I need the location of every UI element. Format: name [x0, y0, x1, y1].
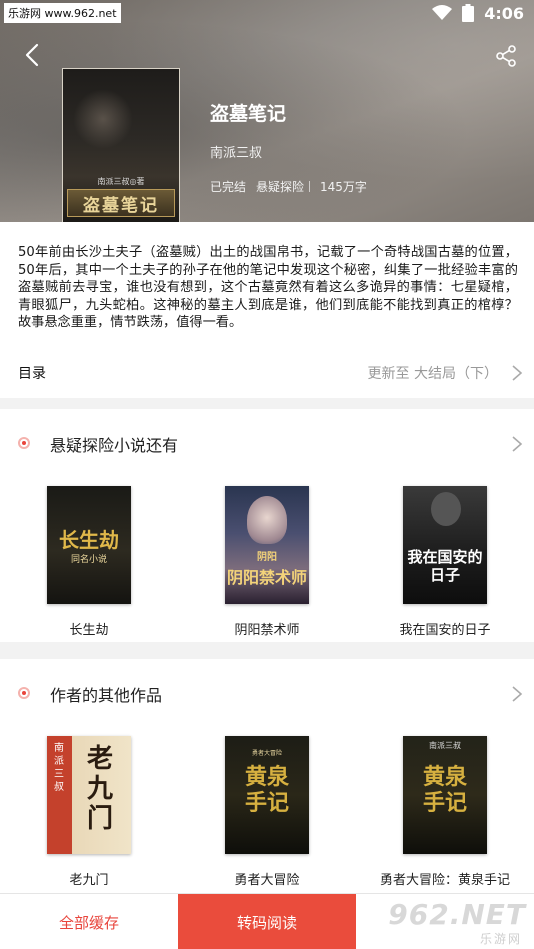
- book-name: 阴阳禁术师: [234, 623, 300, 638]
- book-header: 乐游网 www.962.net 4:06 南派三叔◎著 盗墓笔记 盗墓笔记 南派…: [0, 0, 534, 222]
- section-dot-icon: [18, 437, 30, 449]
- section-author-header[interactable]: 作者的其他作品: [0, 659, 534, 719]
- section-similar-header[interactable]: 悬疑探险小说还有: [0, 409, 534, 469]
- book-name: 勇者大冒险: [234, 873, 300, 888]
- book-status: 已完结: [210, 180, 247, 194]
- book-cover: 我在国安的日子: [403, 486, 487, 604]
- toc-row[interactable]: 目录 更新至 大结局（下）: [0, 348, 534, 398]
- book-name: 我在国安的日子: [399, 623, 491, 638]
- toc-update: 更新至 大结局（下）: [367, 366, 498, 382]
- watermark-logo: 962.NET 乐游网: [388, 898, 526, 946]
- section-similar-books: 悬疑探险小说还有 长生劫 同名小说 长生劫 阴阳 阴阳禁术师 阴阳禁术师 我在国…: [0, 409, 534, 642]
- chevron-right-icon: [512, 686, 523, 702]
- book-cover: 黄泉手记 勇者大冒险: [225, 736, 309, 854]
- watermark-sub: 乐游网: [479, 932, 522, 946]
- cover-author: 南派三叔◎著: [97, 177, 145, 186]
- book-cover: 阴阳 阴阳禁术师: [225, 486, 309, 604]
- status-time: 4:06: [484, 3, 524, 23]
- transcode-read-button[interactable]: 转码阅读: [178, 894, 356, 949]
- book-item-woziguoan[interactable]: 我在国安的日子 我在国安的日子: [356, 469, 534, 641]
- author-books-row: 南派三叔 老九门 老九门 黄泉手记 勇者大冒险 勇者大冒险 南派三叔 黄泉手记 …: [0, 719, 534, 891]
- section-dot-icon: [18, 687, 30, 699]
- book-item-yongzhe[interactable]: 黄泉手记 勇者大冒险 勇者大冒险: [178, 719, 356, 891]
- cache-all-button[interactable]: 全部缓存: [0, 894, 178, 949]
- book-item-laojiumen[interactable]: 南派三叔 老九门 老九门: [0, 719, 178, 891]
- meta-divider: [309, 181, 311, 192]
- book-meta: 已完结 悬疑探险 145万字: [210, 178, 367, 195]
- wifi-icon: [432, 5, 453, 20]
- book-name: 勇者大冒险：黄泉手记: [379, 873, 510, 888]
- book-item-yinyangjinshushi[interactable]: 阴阳 阴阳禁术师 阴阳禁术师: [178, 469, 356, 641]
- book-cover: 南派三叔 黄泉手记: [403, 736, 487, 854]
- book-title: 盗墓笔记: [210, 103, 287, 125]
- book-cover: 长生劫 同名小说: [47, 486, 131, 604]
- book-name: 老九门: [69, 873, 109, 888]
- book-item-changshengjie[interactable]: 长生劫 同名小说 长生劫: [0, 469, 178, 641]
- book-author[interactable]: 南派三叔: [210, 142, 262, 161]
- chevron-right-icon: [512, 365, 523, 381]
- cover-title: 盗墓笔记: [67, 189, 175, 217]
- book-name: 长生劫: [69, 623, 109, 638]
- book-category: 悬疑探险: [256, 180, 305, 194]
- section-similar-title: 悬疑探险小说还有: [50, 436, 179, 455]
- status-site-label: 乐游网 www.962.net: [4, 3, 121, 23]
- book-word-count: 145万字: [320, 180, 367, 194]
- chevron-right-icon: [512, 436, 523, 452]
- book-item-huangquanshouji[interactable]: 南派三叔 黄泉手记 勇者大冒险：黄泉手记: [356, 719, 534, 891]
- book-cover: 南派三叔 老九门: [47, 736, 131, 854]
- share-icon[interactable]: [494, 44, 518, 68]
- watermark-main: 962.NET: [388, 898, 526, 931]
- bottom-action-bar: 全部缓存 转码阅读 962.NET 乐游网: [0, 893, 534, 949]
- status-bar: 乐游网 www.962.net 4:06: [0, 0, 534, 26]
- section-author-title: 作者的其他作品: [50, 686, 163, 705]
- book-cover: 南派三叔◎著 盗墓笔记: [62, 68, 180, 222]
- battery-icon: [462, 4, 475, 22]
- toc-label: 目录: [18, 366, 46, 382]
- section-author-books: 作者的其他作品 南派三叔 老九门 老九门 黄泉手记 勇者大冒险 勇者大冒险 南派…: [0, 659, 534, 893]
- book-description: 50年前由长沙土夫子（盗墓贼）出土的战国帛书，记载了一个奇特战国古墓的位置，50…: [18, 245, 518, 330]
- back-arrow-icon[interactable]: [20, 42, 46, 68]
- similar-books-row: 长生劫 同名小说 长生劫 阴阳 阴阳禁术师 阴阳禁术师 我在国安的日子 我在国安…: [0, 469, 534, 641]
